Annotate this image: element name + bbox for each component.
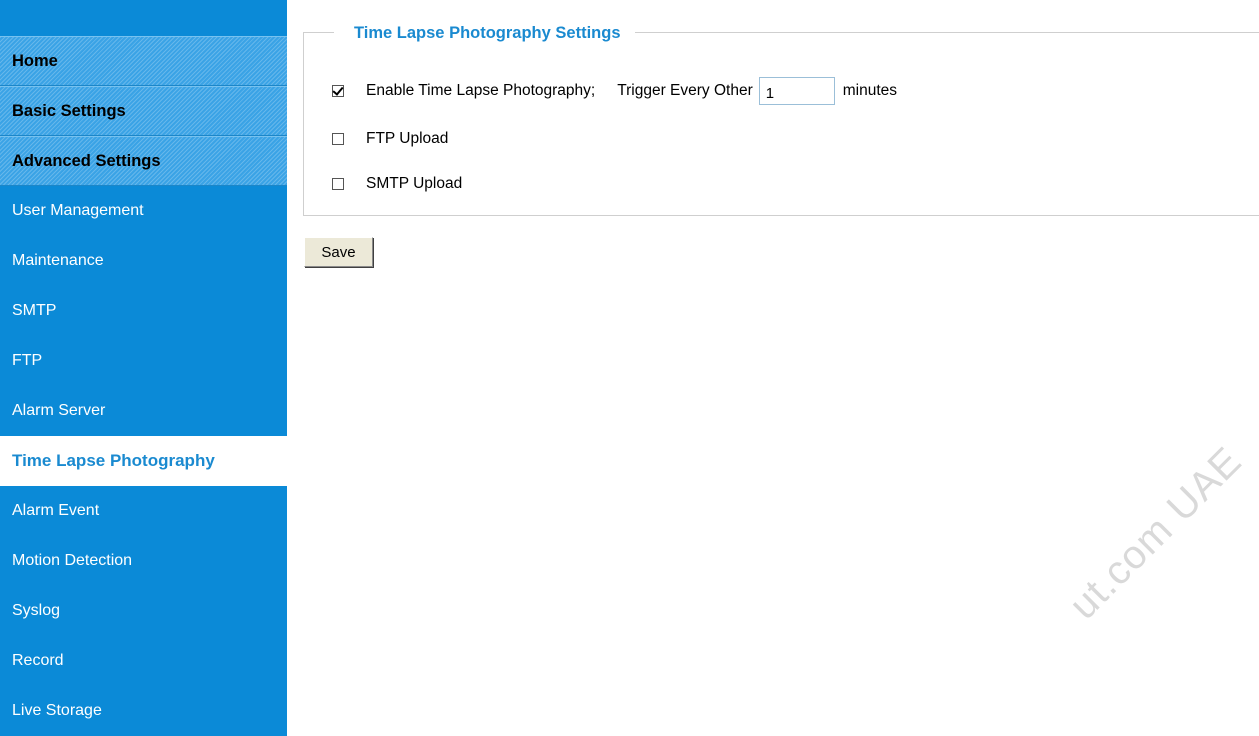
sidebar-item-label: Maintenance [12,252,104,269]
sidebar-item-advanced-settings[interactable]: Advanced Settings [0,136,287,186]
sidebar-item-alarm-event[interactable]: Alarm Event [0,486,287,536]
watermark-text: ut.com UAE [1061,438,1251,628]
sidebar-item-label: Live Storage [12,702,102,719]
trigger-unit-label: minutes [842,82,898,99]
sidebar-item-label: Alarm Server [12,402,106,419]
enable-row: Enable Time Lapse Photography; Trigger E… [332,77,897,105]
ftp-row: FTP Upload [332,130,448,148]
sidebar-item-label: Motion Detection [12,552,133,569]
sidebar-item-smtp[interactable]: SMTP [0,286,287,336]
sidebar-item-label: Home [12,51,58,70]
sidebar-item-maintenance[interactable]: Maintenance [0,236,287,286]
trigger-interval-input[interactable] [758,77,835,105]
ftp-upload-checkbox[interactable] [332,133,344,145]
enable-time-lapse-label: Enable Time Lapse Photography; [366,82,596,99]
sidebar-item-motion-detection[interactable]: Motion Detection [0,536,287,586]
sidebar-nav: Home Basic Settings Advanced Settings Us… [0,0,287,736]
sidebar-top-bar [0,0,287,36]
sidebar-item-ftp[interactable]: FTP [0,336,287,386]
sidebar-item-basic-settings[interactable]: Basic Settings [0,86,287,136]
sidebar-item-alarm-server[interactable]: Alarm Server [0,386,287,436]
sidebar-item-label: Basic Settings [12,101,126,120]
sidebar-item-label: Alarm Event [12,502,100,519]
sidebar-item-record[interactable]: Record [0,636,287,686]
sidebar-item-label: Syslog [12,602,61,619]
save-button[interactable]: Save [304,237,373,267]
sidebar-item-label: Time Lapse Photography [12,451,215,470]
smtp-upload-label: SMTP Upload [366,175,463,192]
smtp-row: SMTP Upload [332,175,462,193]
enable-time-lapse-checkbox[interactable] [332,85,344,97]
sidebar-item-label: User Management [12,202,144,219]
sidebar-item-label: Advanced Settings [12,151,161,170]
smtp-upload-checkbox[interactable] [332,178,344,190]
settings-legend: Time Lapse Photography Settings [334,22,635,44]
sidebar-item-label: Record [12,652,64,669]
sidebar-item-syslog[interactable]: Syslog [0,586,287,636]
sidebar-item-time-lapse-photography[interactable]: Time Lapse Photography [0,436,287,486]
sidebar-item-label: SMTP [12,302,57,319]
sidebar-item-home[interactable]: Home [0,36,287,86]
sidebar-item-user-management[interactable]: User Management [0,186,287,236]
trigger-label: Trigger Every Other [617,82,753,99]
sidebar-item-live-storage[interactable]: Live Storage [0,686,287,736]
sidebar-item-label: FTP [12,352,43,369]
main-content: Time Lapse Photography Settings Enable T… [287,0,1259,731]
ftp-upload-label: FTP Upload [366,130,449,147]
settings-fieldset: Time Lapse Photography Settings Enable T… [303,22,1259,216]
